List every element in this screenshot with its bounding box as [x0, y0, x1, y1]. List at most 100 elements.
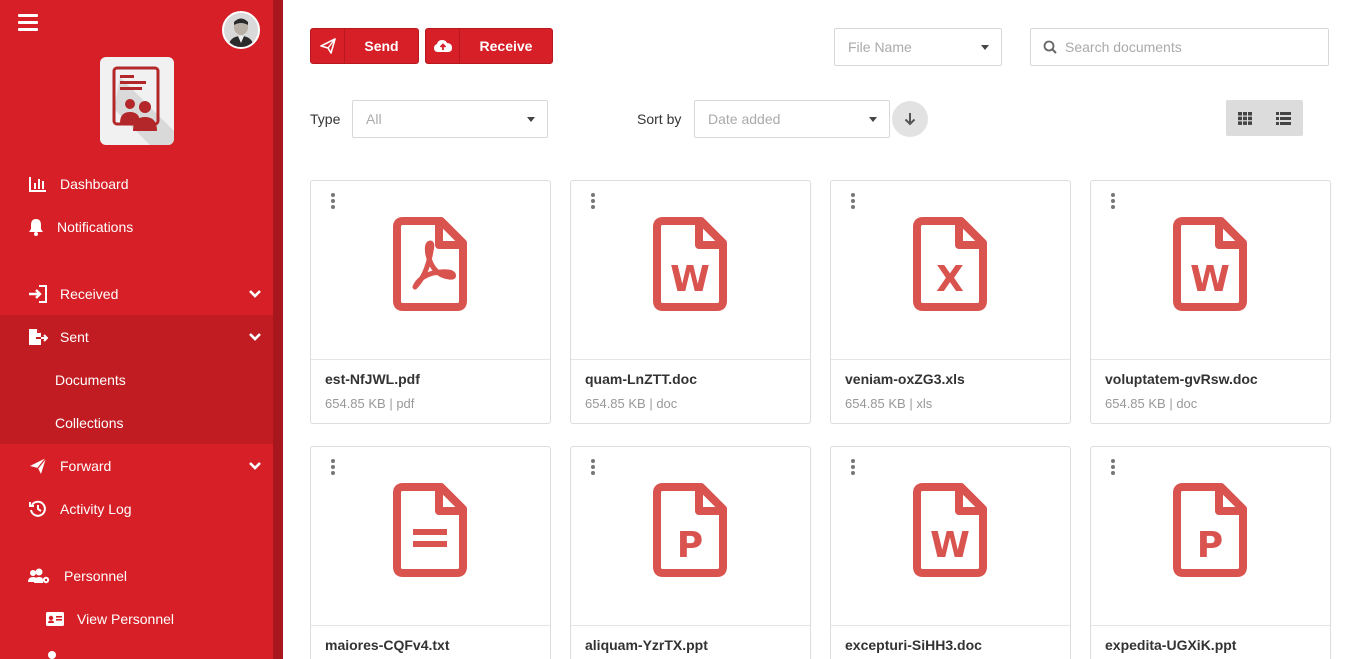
powerpoint-file-icon: P: [1173, 483, 1247, 577]
app-logo: [100, 57, 174, 145]
search-icon: [1043, 40, 1057, 54]
file-card-footer: excepturi-SiHH3.doc: [831, 625, 1070, 659]
type-select[interactable]: All: [352, 100, 548, 138]
file-card-footer: expedita-UGXiK.ppt: [1091, 625, 1330, 659]
sidebar-subitem-documents[interactable]: Documents: [0, 358, 273, 401]
file-card[interactable]: maiores-CQFv4.txt: [310, 446, 551, 659]
more-options-icon[interactable]: [849, 459, 857, 475]
file-meta: 654.85 KB | doc: [585, 396, 678, 411]
more-options-icon[interactable]: [1109, 459, 1117, 475]
grid-icon: [1238, 111, 1253, 125]
chevron-down-icon: [249, 287, 261, 299]
sort-by-label: Sort by: [637, 111, 682, 127]
file-card[interactable]: Wvoluptatem-gvRsw.doc 654.85 KB | doc: [1090, 180, 1331, 424]
sidebar-item-label: Received: [60, 285, 119, 302]
search-input[interactable]: [1065, 39, 1315, 55]
type-label: Type: [310, 111, 341, 127]
word-file-icon: W: [653, 217, 727, 311]
history-icon: [28, 499, 48, 519]
sidebar-item-label: Activity Log: [60, 500, 132, 517]
sidebar-item-sent[interactable]: Sent: [0, 315, 273, 358]
file-card[interactable]: Pexpedita-UGXiK.ppt: [1090, 446, 1331, 659]
file-card-footer: veniam-oxZG3.xls 654.85 KB | xls: [831, 359, 1070, 424]
sidebar-item-label: Personnel: [64, 567, 128, 584]
sidebar-item-dashboard[interactable]: Dashboard: [0, 162, 273, 205]
sign-in-icon: [28, 284, 48, 304]
svg-text:X: X: [936, 259, 964, 300]
svg-text:P: P: [677, 525, 703, 566]
grid-view-button[interactable]: [1226, 100, 1265, 136]
caret-down-icon: [527, 117, 535, 122]
word-file-icon: W: [1173, 217, 1247, 311]
excel-file-icon: X: [913, 217, 987, 311]
word-file-icon: W: [913, 483, 987, 577]
arrow-down-icon: [904, 113, 916, 126]
file-meta: 654.85 KB | xls: [845, 396, 933, 411]
chevron-down-icon: [249, 459, 261, 471]
paper-plane-icon: [28, 456, 48, 476]
search-box[interactable]: [1030, 28, 1329, 66]
file-meta: 654.85 KB | doc: [1105, 396, 1198, 411]
sidebar-item-label: Notifications: [57, 218, 134, 235]
caret-down-icon: [981, 45, 989, 50]
text-file-icon: [393, 483, 467, 577]
file-card[interactable]: Paliquam-YzrTX.ppt: [570, 446, 811, 659]
file-export-icon: [28, 327, 48, 347]
file-name: quam-LnZTT.doc: [585, 371, 697, 387]
sidebar-item-label: Sent: [60, 328, 89, 345]
file-name: voluptatem-gvRsw.doc: [1105, 371, 1258, 387]
sort-by-select[interactable]: Date added: [694, 100, 890, 138]
sidebar-item-notifications[interactable]: Notifications: [0, 205, 273, 248]
more-options-icon[interactable]: [589, 193, 597, 209]
chevron-down-icon: [249, 330, 261, 342]
sort-direction-button[interactable]: [892, 101, 928, 137]
file-card[interactable]: Wexcepturi-SiHH3.doc: [830, 446, 1071, 659]
cloud-upload-icon: [426, 29, 460, 63]
users-cog-icon: [28, 566, 50, 586]
svg-text:W: W: [930, 525, 970, 566]
send-button[interactable]: Send: [310, 28, 419, 64]
file-card-footer: quam-LnZTT.doc 654.85 KB | doc: [571, 359, 810, 424]
more-options-icon[interactable]: [849, 193, 857, 209]
file-name-select[interactable]: File Name: [834, 28, 1002, 66]
sidebar-scrollbar[interactable]: [273, 0, 283, 659]
svg-text:W: W: [1190, 259, 1230, 300]
receive-button[interactable]: Receive: [425, 28, 553, 64]
file-name: est-NfJWL.pdf: [325, 371, 420, 387]
file-name: excepturi-SiHH3.doc: [845, 637, 982, 653]
file-card-footer: maiores-CQFv4.txt: [311, 625, 550, 659]
file-card[interactable]: est-NfJWL.pdf 654.85 KB | pdf: [310, 180, 551, 424]
view-toggle: [1226, 100, 1303, 136]
id-card-icon: [45, 609, 65, 629]
file-card[interactable]: Wquam-LnZTT.doc 654.85 KB | doc: [570, 180, 811, 424]
caret-down-icon: [869, 117, 877, 122]
sidebar-item-received[interactable]: Received: [0, 272, 273, 315]
bell-icon: [26, 217, 46, 237]
paper-plane-icon: [311, 29, 345, 63]
more-options-icon[interactable]: [589, 459, 597, 475]
sidebar-item-activity-log[interactable]: Activity Log: [0, 487, 273, 530]
file-card-footer: voluptatem-gvRsw.doc 654.85 KB | doc: [1091, 359, 1330, 424]
list-view-button[interactable]: [1265, 100, 1304, 136]
svg-text:P: P: [1197, 525, 1223, 566]
file-card[interactable]: Xveniam-oxZG3.xls 654.85 KB | xls: [830, 180, 1071, 424]
user-avatar[interactable]: [222, 11, 260, 49]
file-meta: 654.85 KB | pdf: [325, 396, 415, 411]
user-plus-icon: [48, 651, 56, 659]
more-options-icon[interactable]: [329, 193, 337, 209]
sidebar-item-forward[interactable]: Forward: [0, 444, 273, 487]
bar-chart-icon: [28, 174, 48, 194]
hamburger-icon[interactable]: [18, 14, 38, 32]
svg-text:W: W: [670, 259, 710, 300]
file-name: maiores-CQFv4.txt: [325, 637, 450, 653]
more-options-icon[interactable]: [329, 459, 337, 475]
sidebar-item-personnel[interactable]: Personnel: [0, 554, 273, 597]
sidebar-item-label: Forward: [60, 457, 112, 474]
file-card-footer: est-NfJWL.pdf 654.85 KB | pdf: [311, 359, 550, 424]
sidebar-subitem-collections[interactable]: Collections: [0, 401, 273, 444]
pdf-file-icon: [393, 217, 467, 311]
powerpoint-file-icon: P: [653, 483, 727, 577]
file-name: aliquam-YzrTX.ppt: [585, 637, 708, 653]
more-options-icon[interactable]: [1109, 193, 1117, 209]
sidebar-subitem-view-personnel[interactable]: View Personnel: [0, 597, 273, 640]
